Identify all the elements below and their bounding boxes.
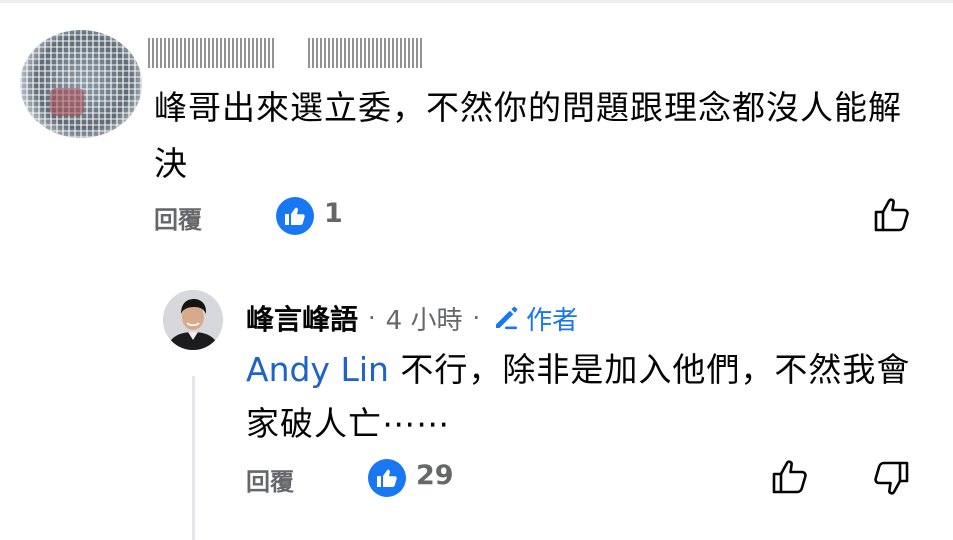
pencil-icon bbox=[496, 306, 518, 330]
like-reaction-icon[interactable] bbox=[276, 197, 314, 235]
author-badge-label: 作者 bbox=[526, 305, 579, 336]
commenter-avatar-blurred[interactable] bbox=[20, 30, 142, 138]
thumbs-up-icon[interactable] bbox=[872, 195, 912, 235]
commenter-name-blurred[interactable] bbox=[148, 38, 422, 68]
thread-connector-line bbox=[192, 376, 195, 540]
thumbs-up-outline bbox=[874, 198, 909, 232]
like-reaction-icon[interactable] bbox=[368, 459, 406, 497]
reply-like-count[interactable]: 29 bbox=[416, 460, 454, 491]
comment-text: 峰哥出來選立委，不然你的問題跟理念都沒人能解決 bbox=[154, 88, 902, 183]
author-portrait bbox=[163, 290, 223, 350]
author-avatar[interactable] bbox=[163, 290, 223, 350]
author-badge: 作者 bbox=[492, 300, 578, 337]
like-thumb-glyph bbox=[285, 207, 305, 225]
thumbs-down-outline bbox=[874, 461, 909, 495]
comment-thread: 峰哥出來選立委，不然你的問題跟理念都沒人能解決 回覆 1 峰言峰語 · 4 小時… bbox=[0, 0, 953, 540]
mention-link[interactable]: Andy Lin bbox=[246, 350, 389, 389]
reply-reply-button[interactable]: 回覆 bbox=[246, 462, 294, 497]
reply-header: 峰言峰語 · 4 小時 · 作者 bbox=[246, 296, 578, 340]
header-separator: · bbox=[368, 304, 376, 332]
top-divider bbox=[0, 0, 953, 3]
reply-text-block: Andy Lin 不行，除非是加入他們，不然我會家破人亡⋯⋯ bbox=[246, 343, 926, 451]
like-thumb-glyph bbox=[377, 469, 397, 487]
reply-author-name[interactable]: 峰言峰語 bbox=[246, 298, 358, 338]
header-separator: · bbox=[472, 304, 481, 332]
reply-timestamp[interactable]: 4 小時 bbox=[386, 300, 463, 337]
comment-like-count[interactable]: 1 bbox=[324, 198, 343, 229]
thumbs-up-icon[interactable] bbox=[770, 457, 810, 497]
thumbs-up-outline bbox=[772, 460, 807, 494]
comment-reply-button[interactable]: 回覆 bbox=[154, 200, 202, 235]
thumbs-down-icon[interactable] bbox=[871, 458, 911, 498]
